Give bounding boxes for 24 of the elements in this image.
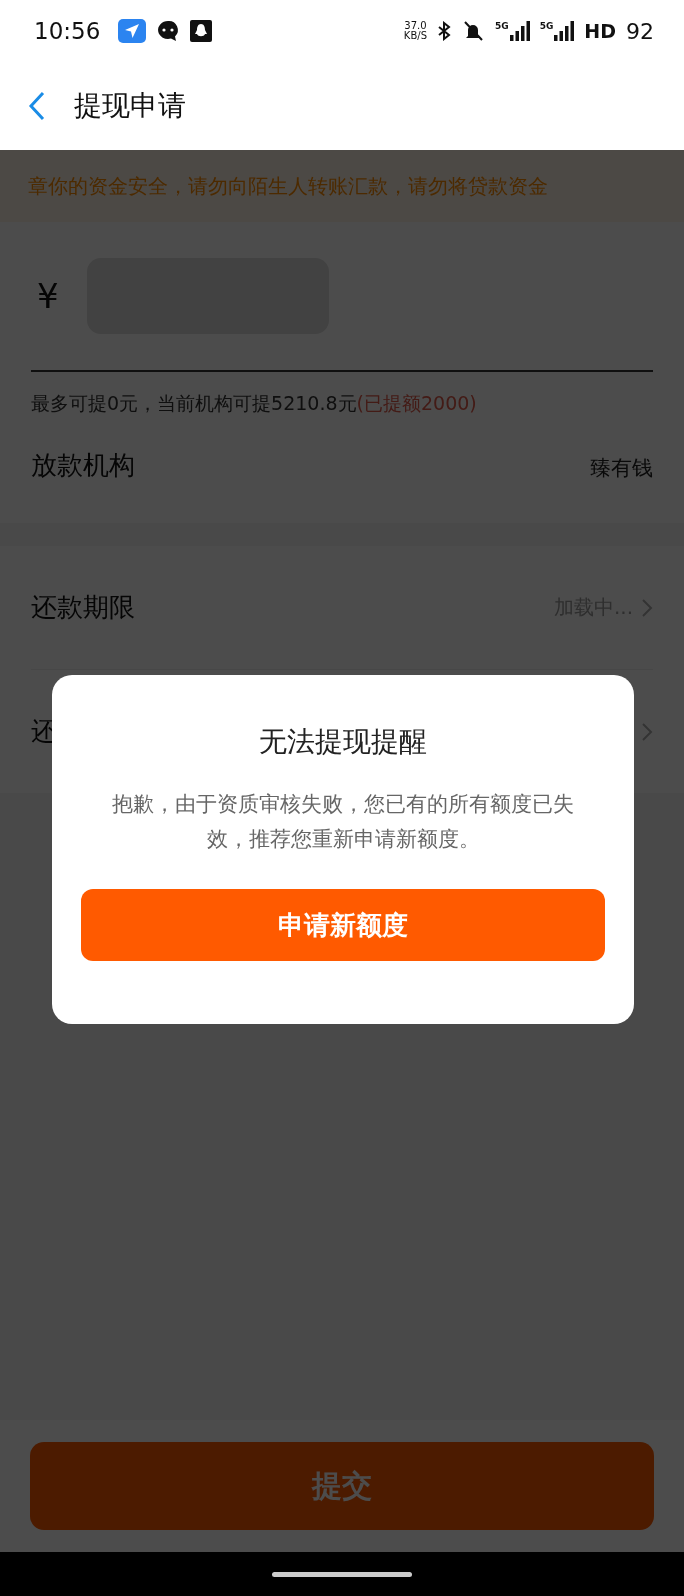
network-speed-value: 37.0	[404, 21, 427, 31]
bluetooth-icon	[437, 21, 451, 41]
apply-button[interactable]: 申请新额度	[81, 889, 605, 961]
network-type-label: 5G	[539, 21, 554, 31]
row-label: 还款期限	[31, 591, 135, 624]
home-indicator[interactable]	[272, 1571, 412, 1577]
chat-bubble-icon	[156, 19, 181, 43]
battery-level: 92	[626, 18, 654, 44]
signal-icon	[509, 21, 530, 41]
row-value: 臻有钱	[590, 455, 653, 482]
network-speed-unit: KB/S	[403, 31, 427, 41]
signal-icon	[554, 21, 575, 41]
dialog-title: 无法提现提醒	[259, 724, 427, 760]
row-label: 放款机构	[31, 449, 135, 482]
status-time: 10:56	[34, 18, 101, 44]
muted-bell-icon	[461, 20, 485, 42]
notice-text: 章你的资金安全，请勿向陌生人转账汇款，请勿将贷款资金	[28, 172, 548, 200]
page-title: 提现申请	[74, 88, 186, 124]
dialog-message: 抱歉，由于资质审核失败，您已有的所有额度已失效，推荐您重新申请新额度。	[111, 791, 575, 853]
back-icon[interactable]	[28, 91, 46, 121]
penguin-icon	[190, 20, 213, 42]
hd-label: HD	[584, 20, 616, 42]
network-type-label: 5G	[495, 21, 509, 31]
currency-symbol: ¥	[37, 276, 59, 316]
